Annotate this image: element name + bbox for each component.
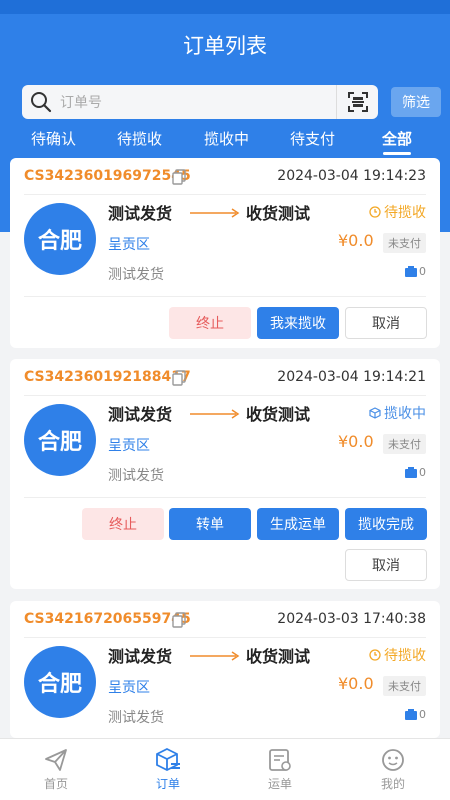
pickup-button[interactable]: 我来揽收 (257, 307, 339, 339)
price: ¥0.0 (338, 674, 374, 693)
cancel-button[interactable]: 取消 (345, 307, 427, 339)
order-box-icon (156, 747, 180, 772)
terminate-button[interactable]: 终止 (169, 307, 251, 339)
city-avatar: 合肥 (24, 203, 96, 275)
cancel-button[interactable]: 取消 (345, 549, 427, 581)
divider (24, 637, 426, 638)
city-avatar: 合肥 (24, 646, 96, 718)
pay-status-badge: 未支付 (383, 233, 426, 253)
order-number: CS342360196972545 (24, 168, 191, 184)
status-bar (0, 0, 450, 14)
paper-plane-icon (45, 749, 67, 771)
package-count: 0 (405, 265, 426, 278)
order-card[interactable]: CS342360196972545 2024-03-04 19:14:23 合肥… (10, 158, 440, 348)
sender-name: 测试发货 (108, 204, 173, 223)
package-count: 0 (405, 466, 426, 479)
nav-waybill[interactable]: 运单 (245, 747, 315, 792)
receiver-name: 收货测试 (246, 405, 311, 424)
divider (24, 194, 426, 195)
transfer-button[interactable]: 转单 (169, 508, 251, 540)
price: ¥0.0 (338, 432, 374, 451)
status-badge: 待揽收 (369, 202, 426, 222)
active-tab-indicator (383, 152, 411, 155)
cube-icon (369, 407, 381, 419)
nav-home[interactable]: 首页 (21, 747, 91, 792)
tab-pending-payment[interactable]: 待支付 (290, 128, 335, 149)
pickup-complete-button[interactable]: 揽收完成 (345, 508, 427, 540)
clock-icon (369, 206, 381, 218)
tab-pending-pickup[interactable]: 待揽收 (117, 128, 162, 149)
district-label: 呈贡区 (108, 438, 150, 454)
pay-status-badge: 未支付 (383, 434, 426, 454)
tab-picking-up[interactable]: 揽收中 (204, 128, 249, 149)
copy-icon[interactable] (172, 370, 186, 390)
district-label: 呈贡区 (108, 680, 150, 696)
route-arrow-icon (190, 647, 240, 666)
status-badge: 揽收中 (369, 403, 426, 423)
price: ¥0.0 (338, 231, 374, 250)
receiver-name: 收货测试 (246, 204, 311, 223)
order-time: 2024-03-04 19:14:21 (277, 369, 426, 385)
search-input[interactable]: 订单号 (60, 92, 336, 112)
goods-name: 测试发货 (108, 468, 164, 484)
tab-all[interactable]: 全部 (382, 128, 412, 149)
sender-name: 测试发货 (108, 405, 173, 424)
divider (24, 497, 426, 498)
terminate-button[interactable]: 终止 (82, 508, 164, 540)
copy-icon[interactable] (172, 612, 186, 632)
package-icon (405, 467, 417, 478)
profile-face-icon (382, 749, 404, 771)
generate-waybill-button[interactable]: 生成运单 (257, 508, 339, 540)
divider (24, 296, 426, 297)
filter-button[interactable]: 筛选 (391, 87, 441, 117)
goods-name: 测试发货 (108, 710, 164, 726)
nav-orders[interactable]: 订单 (133, 747, 203, 792)
route-arrow-icon (190, 204, 240, 223)
page-title: 订单列表 (183, 34, 267, 58)
district-label: 呈贡区 (108, 237, 150, 253)
tab-pending-confirm[interactable]: 待确认 (31, 128, 76, 149)
order-card[interactable]: CS342360192188417 2024-03-04 19:14:21 合肥… (10, 359, 440, 589)
city-avatar: 合肥 (24, 404, 96, 476)
receiver-name: 收货测试 (246, 647, 311, 666)
package-count: 0 (405, 708, 426, 721)
divider (24, 395, 426, 396)
bottom-nav: 首页 订单 运单 我的 (0, 738, 450, 800)
order-number: CS342167206559745 (24, 611, 191, 627)
clock-icon (369, 649, 381, 661)
waybill-icon (269, 749, 291, 771)
pay-status-badge: 未支付 (383, 676, 426, 696)
status-badge: 待揽收 (369, 645, 426, 665)
package-icon (405, 266, 417, 277)
copy-icon[interactable] (172, 169, 186, 189)
order-card[interactable]: CS342167206559745 2024-03-03 17:40:38 合肥… (10, 601, 440, 738)
search-icon (22, 91, 60, 113)
package-icon (405, 709, 417, 720)
goods-name: 测试发货 (108, 267, 164, 283)
scan-icon[interactable] (336, 85, 378, 119)
order-number: CS342360192188417 (24, 369, 191, 385)
sender-name: 测试发货 (108, 647, 173, 666)
order-time: 2024-03-03 17:40:38 (277, 611, 426, 627)
route-arrow-icon (190, 405, 240, 424)
search-bar[interactable]: 订单号 (22, 85, 378, 119)
order-time: 2024-03-04 19:14:23 (277, 168, 426, 184)
nav-profile[interactable]: 我的 (358, 747, 428, 792)
